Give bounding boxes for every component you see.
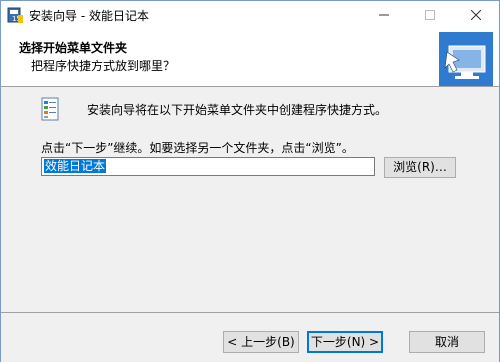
next-button[interactable]: 下一步(N) > bbox=[307, 331, 383, 353]
back-button[interactable]: < 上一步(B) bbox=[223, 331, 299, 353]
maximize-icon bbox=[425, 10, 435, 20]
cancel-button[interactable]: 取消 bbox=[409, 331, 485, 353]
page-subtitle: 把程序快捷方式放到哪里？ bbox=[31, 59, 176, 73]
computer-shortcut-icon bbox=[439, 32, 493, 86]
browse-button[interactable]: 浏览(R)… bbox=[384, 157, 456, 178]
folder-name-input[interactable]: 效能日记本 bbox=[41, 157, 375, 176]
window-title: 安装向导 - 效能日记本 bbox=[29, 9, 149, 23]
description-text: 安装向导将在以下开始菜单文件夹中创建程序快捷方式。 bbox=[87, 103, 388, 117]
instruction-text: 点击“下一步”继续。如要选择另一个文件夹，点击“浏览”。 bbox=[41, 141, 354, 155]
close-icon bbox=[471, 10, 481, 20]
installer-window: 15 安装向导 - 效能日记本 选择开始菜单文件夹 把程序快捷方式放到哪里？ 安… bbox=[0, 0, 500, 362]
start-menu-folder-icon bbox=[41, 97, 59, 121]
close-button[interactable] bbox=[453, 1, 499, 29]
installer-app-icon: 15 bbox=[7, 7, 23, 23]
minimize-button[interactable] bbox=[361, 1, 407, 29]
minimize-icon bbox=[379, 14, 389, 16]
page-title: 选择开始菜单文件夹 bbox=[19, 41, 128, 55]
maximize-button[interactable] bbox=[407, 1, 453, 29]
title-bar[interactable]: 15 安装向导 - 效能日记本 bbox=[1, 1, 499, 29]
wizard-header: 选择开始菜单文件夹 把程序快捷方式放到哪里？ bbox=[1, 29, 499, 87]
folder-name-value: 效能日记本 bbox=[44, 159, 107, 173]
wizard-body: 安装向导将在以下开始菜单文件夹中创建程序快捷方式。 点击“下一步”继续。如要选择… bbox=[1, 87, 499, 312]
wizard-footer: < 上一步(B) 下一步(N) > 取消 bbox=[1, 312, 499, 362]
